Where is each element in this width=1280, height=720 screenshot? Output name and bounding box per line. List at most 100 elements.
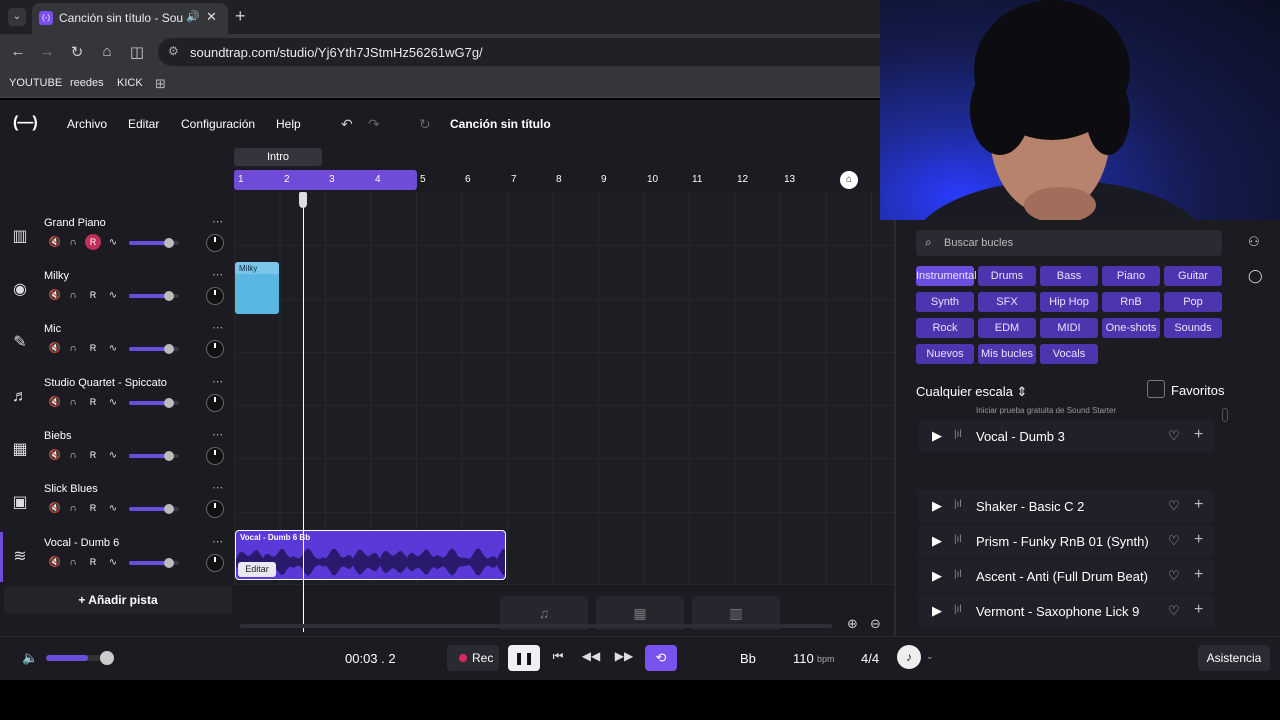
volume-knob[interactable] (164, 398, 174, 408)
loop-search-input[interactable]: ⌕ Buscar bucles (916, 230, 1222, 256)
fast-forward-icon[interactable]: ▶▶ (614, 649, 634, 663)
heart-icon[interactable]: ♡ (1168, 568, 1180, 584)
forward-icon[interactable]: → (38, 43, 56, 60)
loop-filter-chip[interactable]: Synth (916, 292, 974, 312)
play-icon[interactable]: ▶ (932, 603, 942, 619)
headphones-icon[interactable]: ∩ (66, 290, 80, 301)
pan-knob[interactable] (206, 234, 224, 252)
track-volume-slider[interactable] (129, 238, 179, 248)
more-options-icon[interactable]: ⋯ (212, 428, 223, 441)
mute-icon[interactable]: 🔇 (48, 237, 62, 248)
add-icon[interactable]: + (1194, 496, 1203, 514)
track-volume-slider[interactable] (129, 344, 179, 354)
play-icon[interactable]: ▶ (932, 428, 942, 444)
new-tab-icon[interactable]: + (235, 6, 246, 26)
back-icon[interactable]: ← (9, 43, 27, 60)
mute-icon[interactable]: 🔇 (48, 557, 62, 568)
collaborators-icon[interactable]: ⚇ (1248, 234, 1260, 250)
loop-filter-chip[interactable]: Sounds (1164, 318, 1222, 338)
reload-icon[interactable]: ↻ (68, 43, 86, 61)
track-volume-slider[interactable] (129, 398, 179, 408)
play-icon[interactable]: ▶ (932, 533, 942, 549)
loop-filter-chip[interactable]: SFX (978, 292, 1036, 312)
track-volume-slider[interactable] (129, 558, 179, 568)
rewind-icon[interactable]: ◀◀ (581, 649, 601, 663)
loop-item[interactable]: ▶ |ıl Shaker - Basic C 2 ♡ + (918, 490, 1214, 522)
apps-grid-icon[interactable]: ⊞ (155, 76, 166, 92)
site-info-icon[interactable]: ⚙ (168, 44, 179, 58)
add-icon[interactable]: + (1194, 426, 1203, 444)
key-display[interactable]: Bb (740, 651, 756, 666)
volume-knob[interactable] (164, 451, 174, 461)
track-volume-slider[interactable] (129, 291, 179, 301)
headphones-icon[interactable]: ∩ (66, 557, 80, 568)
loop-filter-chip[interactable]: Pop (1164, 292, 1222, 312)
loop-item[interactable]: ▶ |ıl Vocal - Dumb 3 ♡ + (918, 420, 1214, 452)
pan-knob[interactable] (206, 447, 224, 465)
headphones-icon[interactable]: ∩ (66, 397, 80, 408)
record-arm-button[interactable]: R (85, 234, 101, 250)
headphones-icon[interactable]: ∩ (66, 237, 80, 248)
headphones-icon[interactable]: ∩ (66, 503, 80, 514)
loop-filter-chip[interactable]: MIDI (1040, 318, 1098, 338)
track-name[interactable]: Biebs (44, 430, 72, 442)
mute-icon[interactable]: 🔇 (48, 343, 62, 354)
tempo-display[interactable]: 110 (793, 651, 814, 666)
more-options-icon[interactable]: ⋯ (212, 535, 223, 548)
more-options-icon[interactable]: ⋯ (212, 481, 223, 494)
record-arm-button[interactable]: R (85, 447, 101, 463)
loop-filter-chip[interactable]: Nuevos (916, 344, 974, 364)
follow-playhead-icon[interactable]: ⌂ (840, 171, 858, 189)
add-icon[interactable]: + (1194, 531, 1203, 549)
home-icon[interactable]: ⌂ (98, 43, 116, 60)
section-marker-intro[interactable]: Intro (234, 148, 322, 166)
loop-filter-chip[interactable]: Hip Hop (1040, 292, 1098, 312)
volume-knob[interactable] (164, 558, 174, 568)
loop-filter-chip[interactable]: RnB (1102, 292, 1160, 312)
volume-knob[interactable] (164, 344, 174, 354)
automation-icon[interactable]: ∿ (106, 290, 120, 301)
record-arm-button[interactable]: R (85, 287, 101, 303)
record-button[interactable]: Rec (447, 645, 499, 671)
play-icon[interactable]: ▶ (932, 498, 942, 514)
heart-icon[interactable]: ♡ (1168, 498, 1180, 514)
panel-divider[interactable] (894, 148, 896, 688)
mute-icon[interactable]: 🔇 (48, 397, 62, 408)
zoom-in-icon[interactable]: ⊕ (847, 616, 858, 632)
bookmark-youtube[interactable]: YOUTUBE (9, 77, 62, 89)
mute-icon[interactable]: 🔇 (48, 450, 62, 461)
automation-icon[interactable]: ∿ (106, 557, 120, 568)
record-arm-button[interactable]: R (85, 340, 101, 356)
automation-icon[interactable]: ∿ (106, 450, 120, 461)
master-volume-knob[interactable] (100, 651, 114, 665)
undo-icon[interactable]: ↶ (341, 116, 353, 133)
loop-filter-chip[interactable]: Mis bucles (978, 344, 1036, 364)
menu-help[interactable]: Help (276, 117, 301, 131)
loop-item[interactable]: ▶ |ıl Ascent - Anti (Full Drum Beat) ♡ + (918, 560, 1214, 592)
speaker-icon[interactable]: 🔈 (22, 650, 38, 666)
more-options-icon[interactable]: ⋯ (212, 268, 223, 281)
split-view-icon[interactable]: ◫ (128, 43, 146, 61)
edit-clip-button[interactable]: Editar (238, 562, 276, 577)
pan-knob[interactable] (206, 287, 224, 305)
loop-region[interactable] (234, 170, 417, 190)
chat-icon[interactable]: ◯ (1248, 268, 1263, 284)
volume-knob[interactable] (164, 504, 174, 514)
loop-filter-chip[interactable]: Bass (1040, 266, 1098, 286)
volume-knob[interactable] (164, 238, 174, 248)
add-icon[interactable]: + (1194, 566, 1203, 584)
add-track-button[interactable]: + Añadir pista (4, 586, 232, 614)
tab-close-icon[interactable]: ✕ (206, 9, 217, 25)
menu-editar[interactable]: Editar (128, 117, 159, 131)
loops-scrollbar[interactable] (1222, 408, 1228, 422)
chevron-down-icon[interactable]: ⌄ (926, 651, 934, 662)
browser-tab[interactable]: (-) Canción sin título - Soundtrap 🔊 ✕ (32, 3, 228, 34)
headphones-icon[interactable]: ∩ (66, 343, 80, 354)
assist-button[interactable]: Asistencia (1198, 645, 1270, 671)
track-header[interactable]: ◉ Milky ⋯ 🔇 ∩ R ∿ (4, 265, 232, 315)
timeline-ruler[interactable]: Intro 1 2 3 4 5 6 7 8 9 10 11 12 13 ⌂ (234, 148, 894, 192)
mute-icon[interactable]: 🔇 (48, 290, 62, 301)
add-icon[interactable]: + (1194, 601, 1203, 619)
song-title[interactable]: Canción sin título (450, 117, 551, 131)
record-arm-button[interactable]: R (85, 554, 101, 570)
